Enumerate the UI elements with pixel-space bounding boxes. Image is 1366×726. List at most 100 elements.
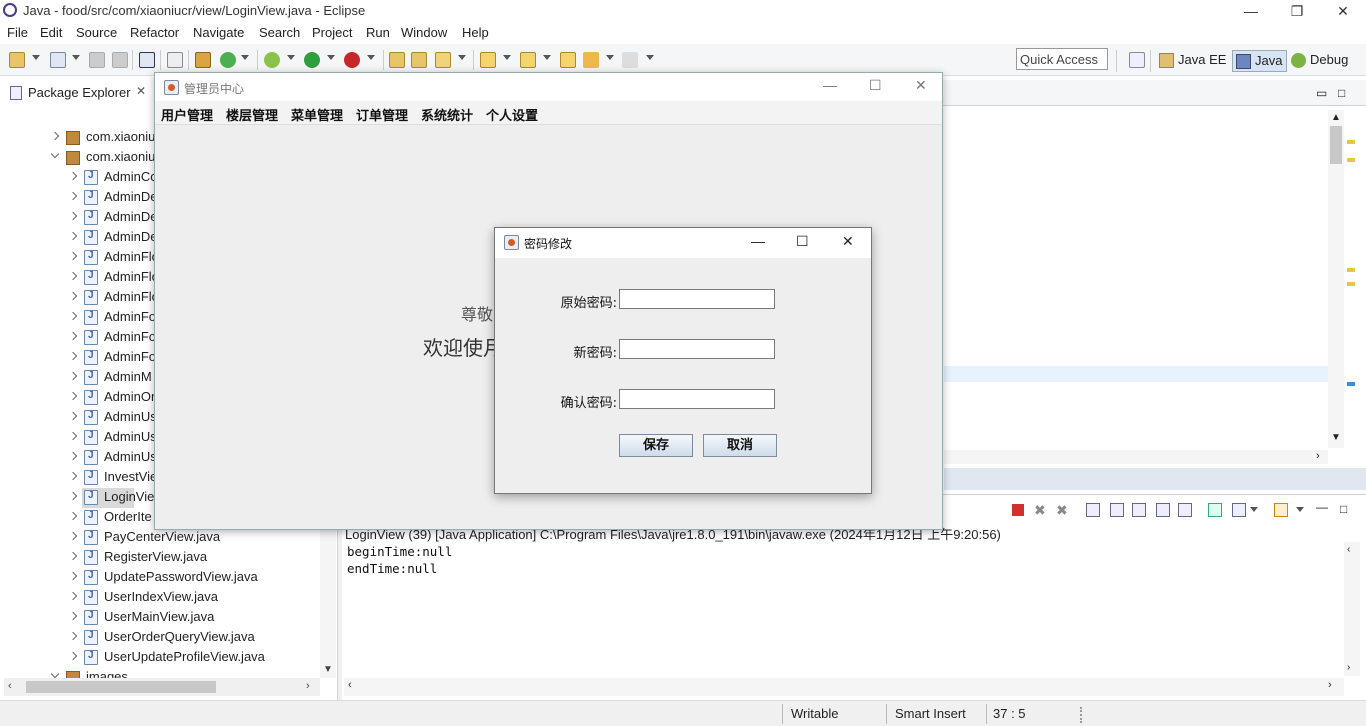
external-tools-icon[interactable] xyxy=(344,52,360,68)
confirm-password-field[interactable] xyxy=(619,389,775,409)
remove-all-launches-icon[interactable]: ✖ xyxy=(1056,502,1068,519)
expand-arrow-icon[interactable] xyxy=(68,431,78,441)
expand-arrow-icon[interactable] xyxy=(68,511,78,521)
new-package-icon[interactable] xyxy=(50,52,66,68)
admin-menu-order-management[interactable]: 订单管理 xyxy=(356,105,408,124)
admin-minimize-button[interactable]: — xyxy=(823,77,837,93)
folder-node[interactable]: images xyxy=(0,668,320,678)
expand-arrow-icon[interactable] xyxy=(68,651,78,661)
collapse-arrow-icon[interactable] xyxy=(50,149,60,159)
scroll-down-icon[interactable]: ▼ xyxy=(1331,432,1341,443)
admin-menu-personal-settings[interactable]: 个人设置 xyxy=(486,105,538,124)
status-handle[interactable] xyxy=(1080,707,1082,723)
back-dropdown-icon[interactable] xyxy=(606,55,614,60)
debug-dropdown-icon[interactable] xyxy=(287,55,295,60)
console-toggle-icon[interactable] xyxy=(139,52,155,68)
open-folder-icon[interactable] xyxy=(411,52,427,68)
password-close-button[interactable]: ✕ xyxy=(842,233,854,250)
java-file-node[interactable]: RegisterView.java xyxy=(0,548,320,568)
scroll-down-icon[interactable]: ▼ xyxy=(323,664,333,675)
search-dropdown-icon[interactable] xyxy=(458,55,466,60)
console-vertical-scrollbar[interactable]: ‹ › xyxy=(1344,542,1360,676)
password-minimize-button[interactable]: — xyxy=(751,233,765,249)
admin-close-button[interactable]: ✕ xyxy=(915,77,927,94)
menu-project[interactable]: Project xyxy=(312,25,352,40)
java-file-node[interactable]: UserMainView.java xyxy=(0,608,320,628)
show-on-output-icon[interactable] xyxy=(1156,503,1170,517)
expand-arrow-icon[interactable] xyxy=(68,191,78,201)
run-dropdown-icon[interactable] xyxy=(327,55,335,60)
java-file-node[interactable]: UpdatePasswordView.java xyxy=(0,568,320,588)
open-console-icon[interactable] xyxy=(1274,503,1288,517)
scroll-right-icon[interactable]: › xyxy=(1316,450,1320,462)
expand-arrow-icon[interactable] xyxy=(68,271,78,281)
scroll-left-icon[interactable]: ‹ xyxy=(348,679,352,691)
menu-run[interactable]: Run xyxy=(366,25,390,40)
menu-help[interactable]: Help xyxy=(462,25,489,40)
next-annotation-icon[interactable] xyxy=(480,52,496,68)
editor-vertical-scrollbar[interactable]: ▲ ▼ xyxy=(1328,110,1344,448)
old-password-field[interactable] xyxy=(619,289,775,309)
admin-maximize-button[interactable]: ☐ xyxy=(869,77,882,94)
expand-arrow-icon[interactable] xyxy=(68,591,78,601)
terminate-icon[interactable] xyxy=(1012,504,1024,516)
open-type-icon[interactable] xyxy=(389,52,405,68)
editor-horizontal-scrollbar[interactable]: › xyxy=(944,450,1328,464)
clear-console-icon[interactable] xyxy=(1086,503,1100,517)
menu-edit[interactable]: Edit xyxy=(40,25,62,40)
java-file-node[interactable]: UserOrderQueryView.java xyxy=(0,628,320,648)
maximize-editor-icon[interactable]: □ xyxy=(1338,86,1345,100)
scroll-up-icon[interactable]: ▲ xyxy=(1331,112,1341,123)
java-file-node[interactable]: UserIndexView.java xyxy=(0,588,320,608)
expand-arrow-icon[interactable] xyxy=(68,391,78,401)
refresh-dropdown-icon[interactable] xyxy=(241,55,249,60)
expand-arrow-icon[interactable] xyxy=(68,491,78,501)
overview-ruler-marker[interactable] xyxy=(1347,158,1355,162)
restore-button[interactable]: ❐ xyxy=(1274,0,1320,22)
minimize-console-icon[interactable]: — xyxy=(1316,500,1328,514)
back-icon[interactable] xyxy=(583,52,599,68)
expand-arrow-icon[interactable] xyxy=(68,351,78,361)
admin-menu-user-management[interactable]: 用户管理 xyxy=(161,105,213,124)
prev-annotation-icon[interactable] xyxy=(520,52,536,68)
menu-source[interactable]: Source xyxy=(76,25,117,40)
expand-arrow-icon[interactable] xyxy=(68,411,78,421)
forward-icon[interactable] xyxy=(622,52,638,68)
menu-navigate[interactable]: Navigate xyxy=(193,25,244,40)
horizontal-scroll-thumb[interactable] xyxy=(26,681,216,693)
expand-arrow-icon[interactable] xyxy=(68,251,78,261)
expand-arrow-icon[interactable] xyxy=(68,311,78,321)
scroll-lock-icon[interactable] xyxy=(1110,503,1124,517)
package-explorer-tab[interactable]: Package Explorer ✕ xyxy=(4,80,154,106)
console-horizontal-scrollbar[interactable]: ‹ › xyxy=(344,678,1344,696)
last-edit-icon[interactable] xyxy=(560,52,576,68)
perspective-java[interactable]: Java xyxy=(1232,50,1288,72)
package-horizontal-scrollbar[interactable]: ‹ › xyxy=(4,678,320,696)
forward-dropdown-icon[interactable] xyxy=(646,55,654,60)
search-task-icon[interactable] xyxy=(435,52,451,68)
run-icon[interactable] xyxy=(304,52,320,68)
perspective-debug[interactable]: Debug xyxy=(1288,50,1352,72)
expand-arrow-icon[interactable] xyxy=(50,131,60,141)
next-annotation-dropdown-icon[interactable] xyxy=(503,55,511,60)
maximize-console-icon[interactable]: □ xyxy=(1340,502,1347,516)
close-tab-icon[interactable]: ✕ xyxy=(136,84,146,98)
skip-breakpoints-icon[interactable] xyxy=(167,52,183,68)
scroll-down-icon[interactable]: › xyxy=(1347,662,1350,673)
scroll-up-icon[interactable]: ‹ xyxy=(1347,544,1350,555)
expand-arrow-icon[interactable] xyxy=(68,371,78,381)
debug-icon[interactable] xyxy=(264,52,280,68)
menu-search[interactable]: Search xyxy=(259,25,300,40)
expand-arrow-icon[interactable] xyxy=(68,631,78,641)
admin-menu-system-stats[interactable]: 系统统计 xyxy=(421,105,473,124)
prev-annotation-dropdown-icon[interactable] xyxy=(543,55,551,60)
menu-window[interactable]: Window xyxy=(401,25,447,40)
cancel-button[interactable]: 取消 xyxy=(703,434,777,457)
admin-menu-floor-management[interactable]: 楼层管理 xyxy=(226,105,278,124)
java-file-node[interactable]: PayCenterView.java xyxy=(0,528,320,548)
new-icon[interactable] xyxy=(9,52,25,68)
save-icon[interactable] xyxy=(89,52,105,68)
vertical-scroll-thumb[interactable] xyxy=(1330,126,1342,164)
minimize-editor-icon[interactable]: ▭ xyxy=(1316,86,1327,100)
word-wrap-icon[interactable] xyxy=(1132,503,1146,517)
